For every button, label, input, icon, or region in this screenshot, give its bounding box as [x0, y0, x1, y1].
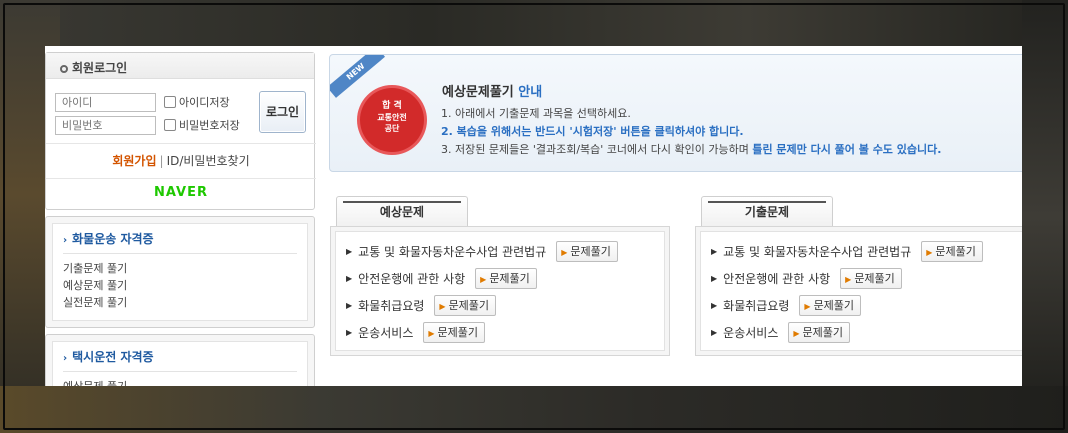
circle-bullet-icon [60, 65, 68, 73]
cargo-practice-exam-link[interactable]: 실전문제 풀기 [63, 294, 297, 311]
link-separator: | [159, 154, 164, 168]
save-password-label: 비밀번호저장 [179, 119, 240, 132]
list-item: ▶ 교통 및 화물자동차운수사업 관련법규 ▶ 문제풀기 [346, 238, 654, 265]
naver-login-logo[interactable]: NAVER [46, 185, 316, 200]
solve-button[interactable]: ▶ 문제풀기 [556, 241, 618, 262]
caret-right-icon: ▶ [439, 302, 446, 311]
caret-right-icon: ▶ [845, 275, 852, 284]
login-box: 회원로그인 아이디저장 비밀번호저장 로그인 회원가입|ID/비밀번호찾기 NA… [45, 52, 316, 210]
list-item: ▶ 교통 및 화물자동차운수사업 관련법규 ▶ 문제풀기 [711, 238, 1019, 265]
login-links: 회원가입 | ID/비밀번호찾기 [46, 143, 316, 179]
notice-line-3: 3. 저장된 문제들은 '결과조회/복습' 코너에서 다시 확인이 가능하며 틀… [441, 143, 942, 156]
password-input[interactable] [55, 116, 156, 135]
triangle-right-icon: ▶ [711, 274, 718, 283]
left-column: 회원로그인 아이디저장 비밀번호저장 로그인 회원가입|ID/비밀번호찾기 NA… [45, 46, 316, 386]
taxi-license-box: › 택시운전 자격증 예상문제 풀기 [45, 334, 315, 386]
cargo-license-title-text: 화물운송 자격증 [72, 232, 154, 246]
solve-button[interactable]: ▶ 문제풀기 [921, 241, 983, 262]
list-item: ▶ 운송서비스 ▶ 문제풀기 [346, 319, 654, 346]
login-form: 아이디저장 비밀번호저장 로그인 [46, 86, 316, 140]
pass-seal-icon: 합 격 교통안전 공단 [360, 88, 424, 152]
list-item: ▶ 운송서비스 ▶ 문제풀기 [711, 319, 1019, 346]
caret-right-icon: ▶ [926, 248, 933, 257]
save-id-checkbox[interactable]: 아이디저장 [164, 94, 230, 110]
subject-label: 안전운행에 관한 사항 [358, 272, 466, 286]
join-link[interactable]: 회원가입 [112, 154, 156, 168]
caret-right-icon: ▶ [480, 275, 487, 284]
cargo-expected-exam-link[interactable]: 예상문제 풀기 [63, 277, 297, 294]
triangle-right-icon: ▶ [346, 247, 353, 256]
triangle-right-icon: ▶ [711, 328, 718, 337]
cargo-past-exam-link[interactable]: 기출문제 풀기 [63, 260, 297, 277]
taxi-license-title[interactable]: › 택시운전 자격증 [63, 348, 297, 372]
expected-questions-panel: 예상문제 ▶ 교통 및 화물자동차운수사업 관련법규 ▶ 문제풀기 ▶ 안전운행에 관한… [330, 196, 670, 356]
subject-label: 안전운행에 관한 사항 [723, 272, 831, 286]
cargo-license-title[interactable]: › 화물운송 자격증 [63, 230, 297, 254]
list-item: ▶ 안전운행에 관한 사항 ▶ 문제풀기 [711, 265, 1019, 292]
notice-box: NEW 합 격 교통안전 공단 예상문제풀기 안내 1. 아래에서 기출문제 과… [329, 54, 1022, 172]
taxi-license-title-text: 택시운전 자격증 [72, 350, 154, 364]
solve-button[interactable]: ▶ 문제풀기 [799, 295, 862, 316]
subject-label: 운송서비스 [723, 326, 779, 340]
save-id-label: 아이디저장 [179, 96, 230, 109]
expected-panel-body: ▶ 교통 및 화물자동차운수사업 관련법규 ▶ 문제풀기 ▶ 안전운행에 관한 사항 ▶ 문… [330, 226, 670, 356]
past-questions-panel: 기출문제 ▶ 교통 및 화물자동차운수사업 관련법규 ▶ 문제풀기 ▶ 안전운행에 관한… [695, 196, 1022, 356]
checkbox-icon [164, 119, 176, 131]
subject-label: 교통 및 화물자동차운수사업 관련법규 [723, 245, 912, 259]
login-header: 회원로그인 [46, 53, 314, 79]
list-item: ▶ 화물취급요령 ▶ 문제풀기 [711, 292, 1019, 319]
tab-expected-questions[interactable]: 예상문제 [336, 196, 468, 226]
triangle-right-icon: ▶ [711, 301, 718, 310]
solve-button[interactable]: ▶ 문제풀기 [840, 268, 902, 289]
triangle-right-icon: ▶ [711, 247, 718, 256]
login-title: 회원로그인 [72, 61, 128, 75]
arrow-right-icon: › [63, 235, 68, 246]
solve-button[interactable]: ▶ 문제풀기 [788, 322, 850, 343]
list-item: ▶ 안전운행에 관한 사항 ▶ 문제풀기 [346, 265, 654, 292]
triangle-right-icon: ▶ [346, 274, 353, 283]
checkbox-icon [164, 96, 176, 108]
triangle-right-icon: ▶ [346, 328, 353, 337]
subject-label: 화물취급요령 [358, 299, 425, 313]
web-page: 회원로그인 아이디저장 비밀번호저장 로그인 회원가입|ID/비밀번호찾기 NA… [45, 46, 1022, 386]
expected-panel-inner: ▶ 교통 및 화물자동차운수사업 관련법규 ▶ 문제풀기 ▶ 안전운행에 관한 사항 ▶ 문… [335, 231, 665, 351]
notice-line-1: 1. 아래에서 기출문제 과목을 선택하세요. [441, 107, 631, 120]
past-panel-inner: ▶ 교통 및 화물자동차운수사업 관련법규 ▶ 문제풀기 ▶ 안전운행에 관한 사항 ▶ 문… [700, 231, 1022, 351]
id-input[interactable] [55, 93, 156, 112]
solve-button[interactable]: ▶ 문제풀기 [434, 295, 497, 316]
caret-right-icon: ▶ [804, 302, 811, 311]
solve-button[interactable]: ▶ 문제풀기 [475, 268, 537, 289]
taxi-license-inner: › 택시운전 자격증 예상문제 풀기 [52, 341, 308, 386]
cargo-license-box: › 화물운송 자격증 기출문제 풀기 예상문제 풀기 실전문제 풀기 [45, 216, 315, 328]
solve-button[interactable]: ▶ 문제풀기 [423, 322, 485, 343]
save-password-checkbox[interactable]: 비밀번호저장 [164, 117, 240, 133]
caret-right-icon: ▶ [561, 248, 568, 257]
list-item: ▶ 화물취급요령 ▶ 문제풀기 [346, 292, 654, 319]
arrow-right-icon: › [63, 353, 68, 364]
tab-past-questions[interactable]: 기출문제 [701, 196, 833, 226]
subject-label: 교통 및 화물자동차운수사업 관련법규 [358, 245, 547, 259]
caret-right-icon: ▶ [428, 329, 435, 338]
notice-title: 예상문제풀기 안내 [442, 85, 543, 100]
login-button[interactable]: 로그인 [259, 91, 306, 133]
past-panel-body: ▶ 교통 및 화물자동차운수사업 관련법규 ▶ 문제풀기 ▶ 안전운행에 관한 사항 ▶ 문… [695, 226, 1022, 356]
subject-label: 운송서비스 [358, 326, 414, 340]
triangle-right-icon: ▶ [346, 301, 353, 310]
cargo-license-inner: › 화물운송 자격증 기출문제 풀기 예상문제 풀기 실전문제 풀기 [52, 223, 308, 321]
caret-right-icon: ▶ [793, 329, 800, 338]
taxi-expected-exam-link[interactable]: 예상문제 풀기 [63, 378, 297, 386]
notice-line-2: 2. 복습을 위해서는 반드시 '시험저장' 버튼을 클릭하셔야 합니다. [441, 125, 744, 138]
find-account-link[interactable]: ID/비밀번호찾기 [167, 154, 250, 168]
subject-label: 화물취급요령 [723, 299, 790, 313]
